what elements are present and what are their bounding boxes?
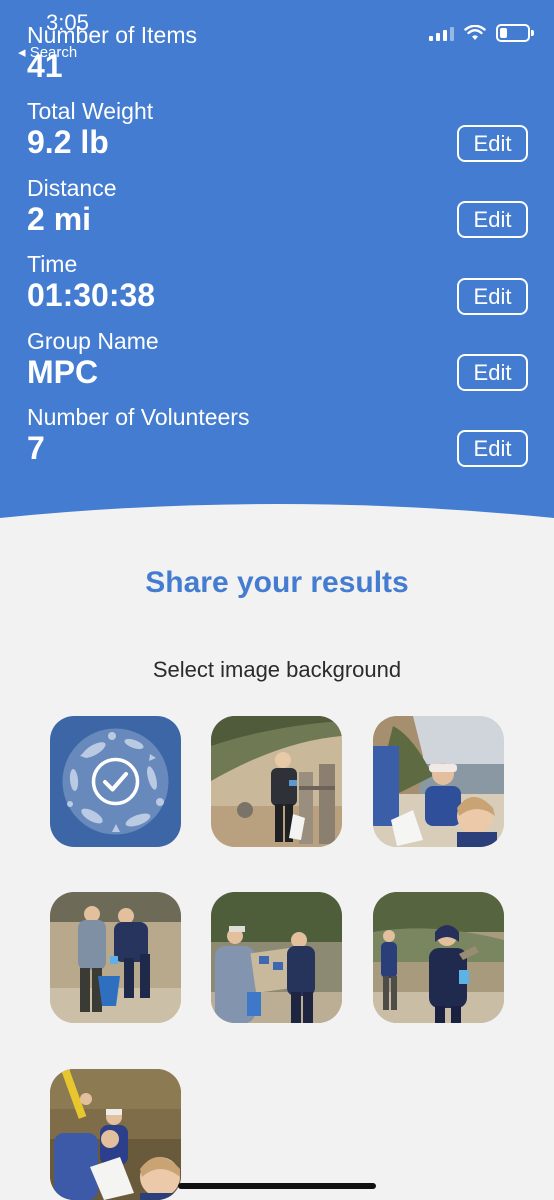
background-option-sign-photo[interactable] (211, 892, 342, 1023)
stat-value: 41 (27, 48, 63, 84)
background-option-dune-photo[interactable] (373, 892, 504, 1023)
stat-value: 2 mi (27, 201, 92, 237)
stat-label: Total Weight (27, 98, 154, 124)
header-wave (0, 504, 554, 570)
stat-value: 7 (27, 430, 45, 466)
edit-time-button[interactable]: Edit (457, 278, 528, 315)
stat-label: Distance (27, 175, 117, 201)
stat-value: 9.2 lb (27, 124, 109, 160)
edit-number-of-volunteers-button[interactable]: Edit (457, 430, 528, 467)
home-indicator[interactable] (178, 1183, 376, 1189)
stat-total-weight: Total Weight 9.2 lb (27, 98, 527, 160)
volunteer-photo-image (373, 716, 504, 847)
background-option-ocean-pattern[interactable] (50, 716, 181, 847)
background-option-group-selfie-photo[interactable] (50, 1069, 181, 1200)
volunteer-photo-image (50, 892, 181, 1023)
volunteer-photo-image (211, 716, 342, 847)
stat-label: Time (27, 251, 78, 277)
stat-label: Group Name (27, 328, 159, 354)
stat-number-of-items: Number of Items 41 (27, 22, 527, 84)
share-title: Share your results (145, 566, 409, 599)
select-background-label: Select image background (152, 657, 402, 682)
stat-distance: Distance 2 mi (27, 175, 527, 237)
edit-distance-button[interactable]: Edit (457, 201, 528, 238)
edit-total-weight-button[interactable]: Edit (457, 125, 528, 162)
checkmark-icon (91, 757, 140, 806)
stat-number-of-volunteers: Number of Volunteers 7 (27, 404, 527, 466)
background-option-beach-fence-photo[interactable] (211, 716, 342, 847)
volunteer-photo-image (373, 892, 504, 1023)
background-option-bucket-photo[interactable] (50, 892, 181, 1023)
stat-group-name: Group Name MPC (27, 328, 527, 390)
background-option-shoreline-selfie-photo[interactable] (373, 716, 504, 847)
stat-label: Number of Volunteers (27, 404, 250, 430)
stat-value: MPC (27, 354, 99, 390)
stat-value: 01:30:38 (27, 277, 156, 313)
volunteer-photo-image (50, 1069, 181, 1200)
volunteer-photo-image (211, 892, 342, 1023)
stat-label: Number of Items (27, 22, 197, 48)
edit-group-name-button[interactable]: Edit (457, 354, 528, 391)
stat-time: Time 01:30:38 (27, 251, 527, 313)
